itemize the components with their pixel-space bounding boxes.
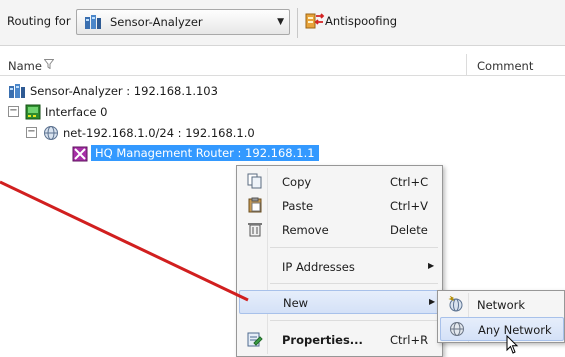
menu-item-label: Copy <box>282 175 312 189</box>
menu-item-remove[interactable]: Remove Delete <box>239 218 440 242</box>
router-icon <box>72 146 88 165</box>
column-header: Name Comment <box>0 54 565 76</box>
menu-item-label: Remove <box>282 223 329 237</box>
tree-item-label: Interface 0 <box>45 105 108 119</box>
menu-item-label: New <box>283 296 309 310</box>
menu-separator <box>270 283 438 284</box>
menu-item-paste[interactable]: Paste Ctrl+V <box>239 194 440 218</box>
menu-item-properties[interactable]: Properties... Ctrl+R <box>239 328 440 352</box>
submenu-arrow-icon: ▶ <box>428 261 435 270</box>
tree-item-engine[interactable]: Sensor-Analyzer : 192.168.1.103 <box>8 81 308 101</box>
tree-item-network[interactable]: − net-192.168.1.0/24 : 192.168.1.0 <box>26 123 326 143</box>
new-network-icon <box>448 295 464 315</box>
menu-item-label: Paste <box>282 199 314 213</box>
menu-separator <box>270 320 438 321</box>
tree-item-label: net-192.168.1.0/24 : 192.168.1.0 <box>63 126 255 140</box>
menu-separator <box>270 247 438 248</box>
menu-item-label: IP Addresses <box>282 260 355 274</box>
submenu-item-any-network[interactable]: Any Network <box>440 317 564 341</box>
interface-icon <box>25 104 41 123</box>
new-submenu: Network Any Network <box>437 290 565 343</box>
menu-item-shortcut: Ctrl+C <box>390 175 429 189</box>
menu-item-ip-addresses[interactable]: IP Addresses ▶ <box>239 255 440 279</box>
network-icon <box>43 125 59 144</box>
column-divider[interactable] <box>466 54 467 75</box>
tree-item-router[interactable]: HQ Management Router : 192.168.1.1 <box>72 144 352 164</box>
toolbar-separator <box>297 8 298 38</box>
menu-item-copy[interactable]: Copy Ctrl+C <box>239 170 440 194</box>
context-menu: Copy Ctrl+C Paste Ctrl+V Remove Delete I… <box>236 165 443 357</box>
firewall-engine-icon <box>84 14 102 33</box>
menu-item-label: Network <box>477 298 526 312</box>
menu-item-shortcut: Ctrl+R <box>390 333 429 347</box>
filter-icon[interactable] <box>43 58 55 72</box>
column-comment[interactable]: Comment <box>477 59 533 73</box>
any-network-icon <box>449 321 465 340</box>
collapse-icon[interactable]: − <box>8 106 19 117</box>
mouse-cursor-icon <box>506 334 520 357</box>
routing-engine-value: Sensor-Analyzer <box>110 15 203 29</box>
routing-for-label: Routing for <box>7 14 71 28</box>
tree-item-interface[interactable]: − Interface 0 <box>8 102 308 122</box>
annotation-line <box>0 180 249 302</box>
paste-icon <box>247 197 263 216</box>
antispoofing-icon <box>305 11 325 34</box>
collapse-icon[interactable]: − <box>26 127 37 138</box>
properties-icon <box>247 331 263 350</box>
remove-icon <box>247 221 263 240</box>
submenu-arrow-icon: ▶ <box>429 297 436 306</box>
antispoofing-label: Antispoofing <box>325 14 398 28</box>
copy-icon <box>247 173 263 192</box>
chevron-down-icon[interactable]: ▼ <box>277 17 284 27</box>
firewall-engine-icon <box>8 83 26 102</box>
routing-engine-select[interactable]: Sensor-Analyzer ▼ <box>76 9 290 35</box>
menu-item-new[interactable]: New ▶ <box>239 290 440 314</box>
submenu-item-network[interactable]: Network <box>440 293 564 317</box>
tree-item-label: Sensor-Analyzer : 192.168.1.103 <box>30 84 218 98</box>
toolbar: Routing for Sensor-Analyzer ▼ Antispoofi… <box>0 0 565 46</box>
menu-item-shortcut: Delete <box>390 223 428 237</box>
menu-item-label: Properties... <box>282 333 363 347</box>
menu-item-shortcut: Ctrl+V <box>390 199 428 213</box>
column-name[interactable]: Name <box>8 59 42 73</box>
tree-item-label: HQ Management Router : 192.168.1.1 <box>91 145 319 161</box>
